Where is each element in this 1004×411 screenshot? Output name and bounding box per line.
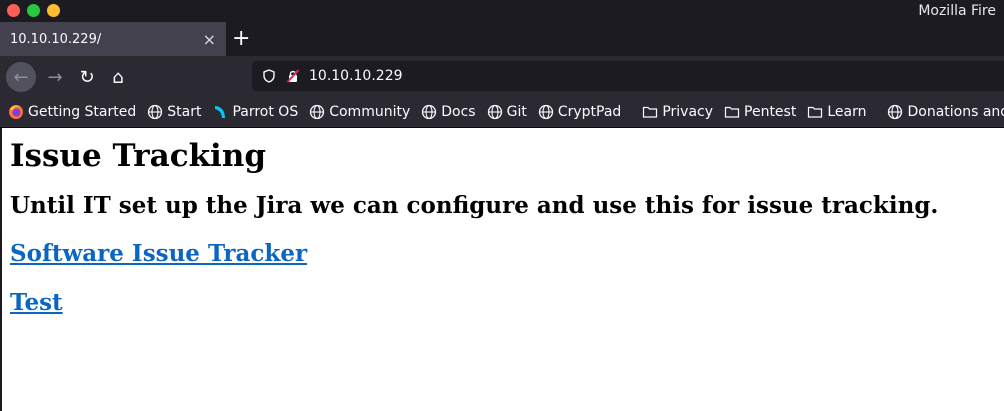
shield-icon[interactable] xyxy=(262,69,276,83)
bookmark-donations[interactable]: Donations and Ga xyxy=(887,104,1004,120)
bookmark-label: Parrot OS xyxy=(232,103,299,120)
globe-icon xyxy=(538,104,554,120)
bookmark-getting-started[interactable]: Getting Started xyxy=(8,104,136,120)
page-content: Issue Tracking Until IT set up the Jira … xyxy=(0,128,1004,411)
bookmark-label: Learn xyxy=(827,103,867,120)
bookmark-docs[interactable]: Docs xyxy=(421,103,476,120)
reload-button[interactable]: ↻ xyxy=(72,62,102,92)
firefox-icon xyxy=(8,104,24,120)
close-tab-icon[interactable]: × xyxy=(203,30,216,49)
title-bar: Mozilla Fire xyxy=(0,0,1004,22)
test-link[interactable]: Test xyxy=(10,289,1004,317)
bookmark-folder-pentest[interactable]: Pentest xyxy=(724,104,796,120)
back-button[interactable]: ← xyxy=(6,62,36,92)
bookmark-label: Docs xyxy=(441,103,476,120)
tab-active[interactable]: 10.10.10.229/ × xyxy=(0,22,226,56)
page-subtitle: Until IT set up the Jira we can configur… xyxy=(10,192,939,219)
page-title: Issue Tracking xyxy=(10,138,267,174)
bookmark-label: Git xyxy=(506,103,527,120)
bookmark-parrot-os[interactable]: Parrot OS xyxy=(212,104,298,120)
globe-icon xyxy=(487,104,503,120)
folder-icon xyxy=(807,104,823,120)
new-tab-button[interactable]: + xyxy=(232,26,250,52)
bookmark-label: Privacy xyxy=(662,103,714,120)
parrot-icon xyxy=(212,104,228,120)
bookmarks-toolbar: Getting Started Start Parrot OS Communit… xyxy=(0,96,1004,128)
browser-chrome: Mozilla Fire 10.10.10.229/ × + ← → ↻ ⌂ 1… xyxy=(0,0,1004,128)
tab-label: 10.10.10.229/ xyxy=(10,31,102,47)
globe-icon xyxy=(147,104,163,120)
minimize-window-button[interactable] xyxy=(47,4,60,17)
insecure-lock-icon[interactable] xyxy=(286,69,300,83)
bookmark-label: CryptPad xyxy=(557,103,622,120)
home-button[interactable]: ⌂ xyxy=(103,62,133,92)
url-bar[interactable]: 10.10.10.229 xyxy=(252,61,1004,91)
folder-icon xyxy=(724,104,740,120)
bookmark-label: Start xyxy=(167,103,202,120)
bookmark-start[interactable]: Start xyxy=(147,104,201,120)
forward-button[interactable]: → xyxy=(40,62,70,92)
bookmark-cryptpad[interactable]: CryptPad xyxy=(538,104,621,120)
bookmark-label: Donations and Ga xyxy=(907,103,1004,120)
bookmark-folder-learn[interactable]: Learn xyxy=(807,104,866,120)
folder-icon xyxy=(642,104,658,120)
software-issue-tracker-link[interactable]: Software Issue Tracker xyxy=(10,240,1004,268)
navigation-bar: ← → ↻ ⌂ 10.10.10.229 xyxy=(0,56,1004,96)
globe-icon xyxy=(421,104,437,120)
bookmark-git[interactable]: Git xyxy=(487,104,527,120)
maximize-window-button[interactable] xyxy=(27,4,40,17)
globe-icon xyxy=(887,104,903,120)
close-window-button[interactable] xyxy=(7,4,20,17)
bookmark-label: Getting Started xyxy=(28,103,137,120)
window-controls xyxy=(7,4,60,17)
bookmark-community[interactable]: Community xyxy=(309,104,410,120)
globe-icon xyxy=(309,104,325,120)
url-text[interactable]: 10.10.10.229 xyxy=(309,68,403,84)
tab-strip: 10.10.10.229/ × + xyxy=(0,22,1004,56)
bookmark-folder-privacy[interactable]: Privacy xyxy=(642,104,713,120)
bookmark-label: Community xyxy=(329,103,411,120)
bookmark-label: Pentest xyxy=(744,103,797,120)
window-title: Mozilla Fire xyxy=(918,3,996,19)
